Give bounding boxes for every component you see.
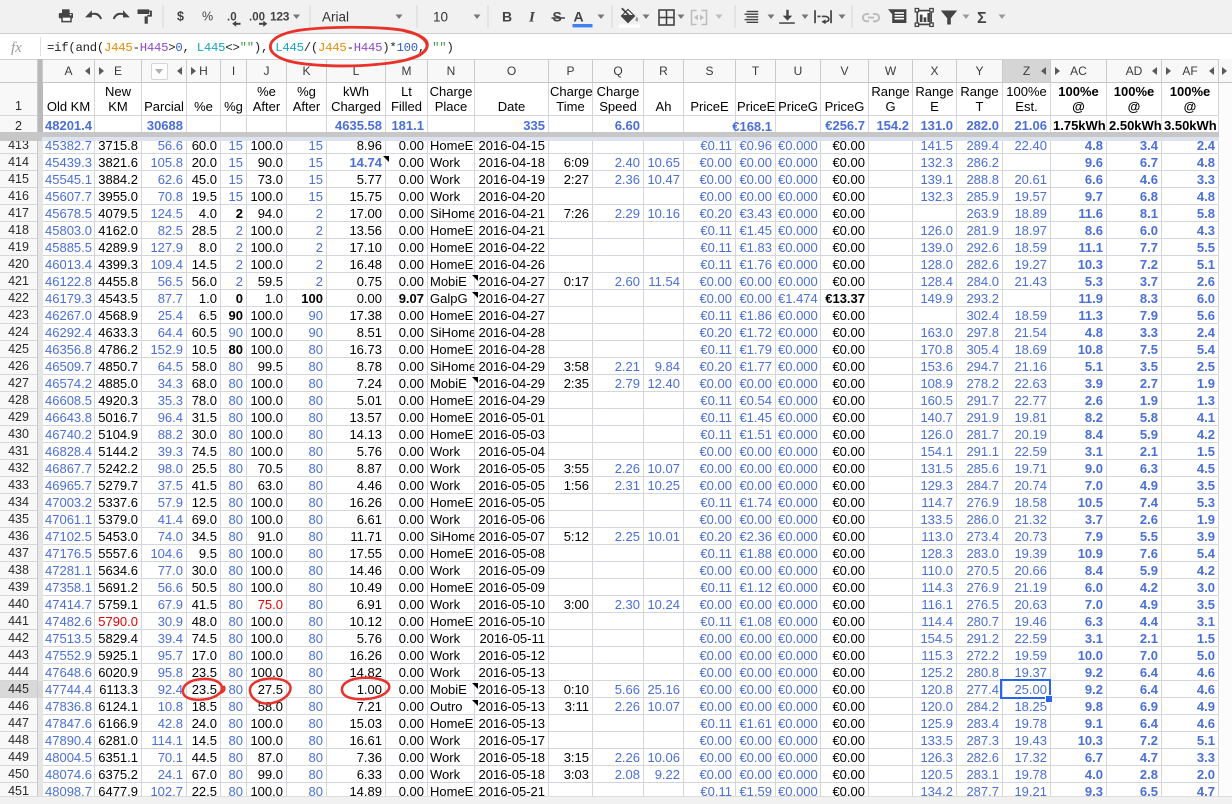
svg-text:A: A: [574, 8, 584, 24]
svg-text:123: 123: [270, 10, 290, 24]
svg-text:10: 10: [433, 10, 448, 25]
svg-text:Σ: Σ: [977, 10, 987, 27]
svg-text:%: %: [202, 10, 213, 24]
svg-text:.00: .00: [249, 12, 265, 24]
svg-text:S: S: [553, 9, 562, 25]
svg-text:$: $: [177, 10, 184, 24]
svg-text:I: I: [528, 10, 536, 26]
svg-text:Arial: Arial: [322, 10, 349, 25]
svg-text:B: B: [502, 9, 512, 25]
